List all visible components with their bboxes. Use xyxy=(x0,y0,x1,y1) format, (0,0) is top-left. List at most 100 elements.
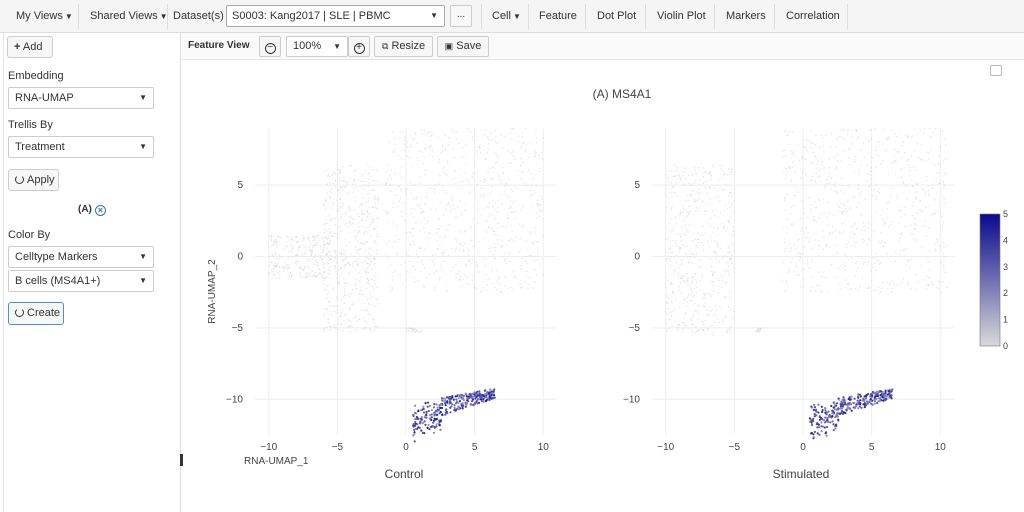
cell-point xyxy=(328,325,331,327)
shared-views-menu[interactable]: Shared Views ▼ xyxy=(82,0,176,33)
cell-point xyxy=(712,210,714,213)
cell-point xyxy=(336,309,339,311)
cell-point xyxy=(421,259,423,261)
cell-point xyxy=(686,272,688,275)
cell-point xyxy=(880,232,883,234)
cell-point xyxy=(901,176,903,178)
cell-point xyxy=(385,182,388,185)
cell-point xyxy=(722,321,725,323)
cell-point xyxy=(401,158,404,161)
clear-icon[interactable]: × xyxy=(94,205,106,216)
trellis-select[interactable]: Treatment ▼ xyxy=(8,136,154,158)
zoom-out-button[interactable]: − xyxy=(259,36,281,57)
cell-point xyxy=(365,328,367,331)
embedding-select[interactable]: RNA-UMAP ▼ xyxy=(8,87,154,109)
cell-point xyxy=(301,269,304,271)
cell-point xyxy=(501,239,503,242)
cell-point xyxy=(731,241,733,244)
cell-point xyxy=(268,273,270,276)
cell-point xyxy=(356,251,358,254)
cell-point xyxy=(333,235,335,238)
resize-button[interactable]: ⧉ Resize xyxy=(374,36,433,57)
cell-menu[interactable]: Cell ▼ xyxy=(484,0,529,33)
cell-point xyxy=(477,209,479,211)
cell-point xyxy=(686,211,688,213)
cell-point xyxy=(938,155,940,157)
cell-point xyxy=(401,284,404,286)
add-button[interactable]: + Add xyxy=(7,36,53,58)
cell-point xyxy=(805,196,807,198)
cell-point xyxy=(942,224,944,226)
zoom-select[interactable]: 100% ▼ xyxy=(286,36,348,57)
cell-point xyxy=(421,328,423,331)
cell-point xyxy=(403,149,406,152)
cell-point xyxy=(930,215,932,217)
cell-point xyxy=(330,235,333,238)
cell-point xyxy=(875,183,877,186)
cell-point xyxy=(425,413,428,417)
cell-point xyxy=(367,185,369,187)
cell-point xyxy=(840,411,843,414)
cell-point xyxy=(537,249,540,251)
cell-point xyxy=(928,158,930,161)
cell-point xyxy=(453,131,456,134)
cell-point xyxy=(530,231,532,233)
cell-point xyxy=(850,409,853,412)
cell-point xyxy=(524,182,526,184)
cell-point xyxy=(666,251,669,253)
cell-point xyxy=(914,198,917,200)
color-by-select[interactable]: Celltype Markers ▼ xyxy=(8,246,154,268)
cell-point xyxy=(364,249,366,251)
cell-point xyxy=(873,399,877,403)
save-button[interactable]: ▣ Save xyxy=(437,36,489,57)
cell-point xyxy=(784,238,786,241)
cell-point xyxy=(280,236,283,238)
nav-correlation[interactable]: Correlation xyxy=(778,0,848,33)
cell-point xyxy=(837,204,839,206)
cell-point xyxy=(410,212,413,215)
cell-point xyxy=(454,182,457,184)
cell-point xyxy=(336,199,338,202)
nav-violin-plot[interactable]: Violin Plot xyxy=(649,0,714,33)
cell-point xyxy=(321,273,324,276)
cell-point xyxy=(360,219,362,221)
nav-feature[interactable]: Feature xyxy=(531,0,585,33)
my-views-menu[interactable]: My Views ▼ xyxy=(8,0,81,33)
cell-point xyxy=(349,324,352,327)
cell-point xyxy=(886,281,889,283)
create-button[interactable]: Create xyxy=(8,302,64,325)
cell-point xyxy=(942,263,945,266)
cell-point xyxy=(286,264,288,266)
cell-point xyxy=(364,260,366,263)
cell-point xyxy=(791,166,794,169)
cell-point xyxy=(810,248,813,250)
cell-point xyxy=(417,256,419,259)
cell-point xyxy=(509,200,512,202)
cell-point xyxy=(938,245,941,248)
marker-select[interactable]: B cells (MS4A1+) ▼ xyxy=(8,270,154,292)
cell-point xyxy=(421,211,423,214)
cell-point xyxy=(852,237,855,239)
dataset-select[interactable]: S0003: Kang2017 | SLE | PBMC ▼ xyxy=(226,5,445,27)
cell-point xyxy=(834,183,836,185)
cell-point xyxy=(830,187,832,190)
cell-point xyxy=(463,274,466,276)
cell-point xyxy=(359,231,361,234)
cell-point xyxy=(695,252,698,255)
cell-point xyxy=(406,140,409,143)
cell-point xyxy=(733,200,735,202)
zoom-in-button[interactable]: + xyxy=(348,36,370,57)
cell-point xyxy=(356,320,358,322)
cell-point xyxy=(861,277,863,280)
cell-point xyxy=(429,233,431,235)
cell-point xyxy=(363,302,365,304)
cell-point xyxy=(304,276,307,279)
cell-point xyxy=(808,240,810,243)
cell-point xyxy=(434,418,437,421)
dataset-more-button[interactable]: ... xyxy=(450,5,472,27)
cell-point xyxy=(323,288,325,291)
apply-button[interactable]: Apply xyxy=(8,169,59,191)
nav-markers[interactable]: Markers xyxy=(718,0,774,33)
cell-point xyxy=(458,168,461,171)
nav-dot-plot[interactable]: Dot Plot xyxy=(589,0,644,33)
